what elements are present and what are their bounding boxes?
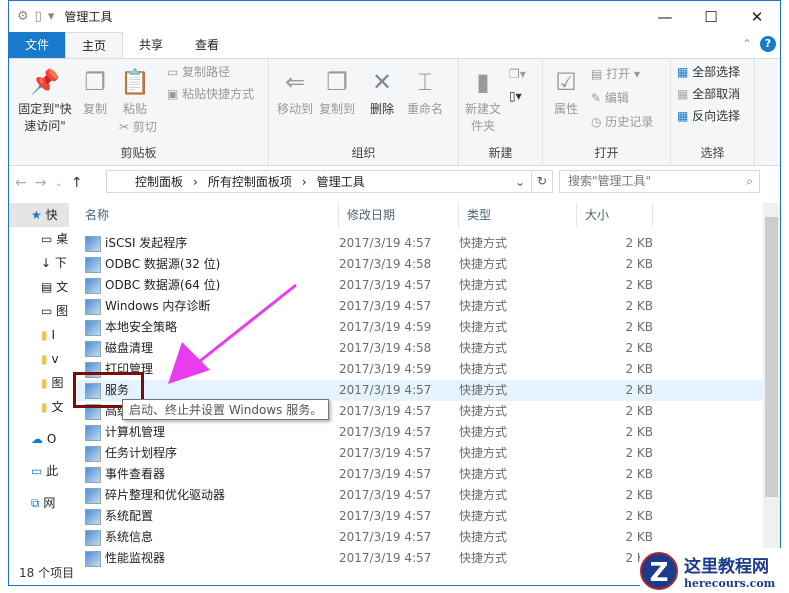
watermark: Z 这里教程网 herecours.com bbox=[640, 548, 789, 593]
annotation-arrow bbox=[168, 283, 297, 384]
watermark-title: 这里教程网 bbox=[684, 556, 769, 577]
watermark-logo: Z bbox=[640, 551, 678, 590]
watermark-url: herecours.com bbox=[684, 576, 776, 590]
